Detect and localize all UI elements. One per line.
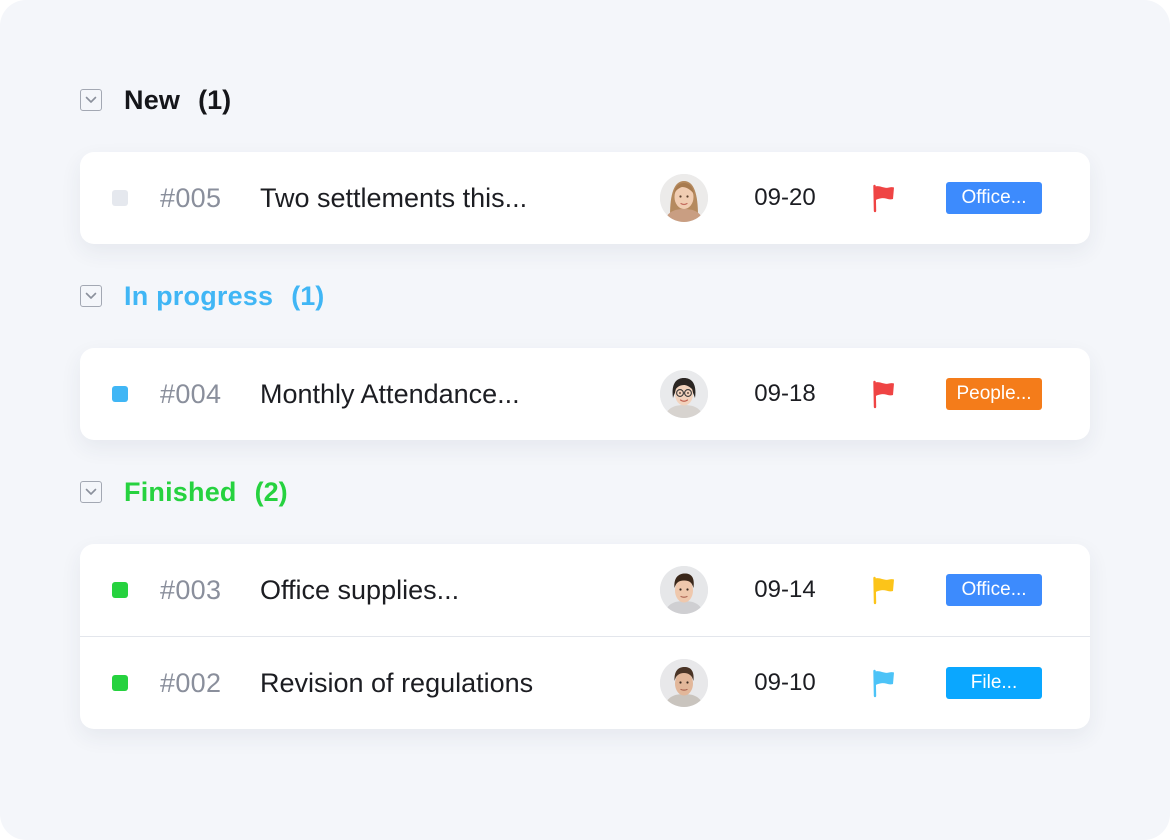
task-card-new: #005 Two settlements this... 09-20 Offic… [80, 152, 1090, 244]
group-count: (2) [254, 476, 288, 507]
red-flag-icon[interactable] [870, 379, 898, 409]
collapse-chevron-icon[interactable] [80, 285, 102, 307]
due-date: 09-20 [754, 184, 816, 211]
task-row[interactable]: #003 Office supplies... 09-14 Office... [80, 544, 1090, 636]
task-card-in-progress: #004 Monthly Attendance... 09-18 People.… [80, 348, 1090, 440]
avatar-woman-icon[interactable] [660, 174, 708, 222]
status-indicator [112, 386, 128, 402]
task-title[interactable]: Revision of regulations [260, 637, 590, 729]
due-date: 09-14 [754, 576, 816, 603]
status-indicator [112, 582, 128, 598]
task-title[interactable]: Office supplies... [260, 544, 590, 636]
status-indicator [112, 190, 128, 206]
group-title: In progress [124, 280, 274, 311]
task-id: #004 [160, 379, 222, 409]
group-title: New [124, 84, 181, 115]
task-row[interactable]: #002 Revision of regulations 09-10 File.… [80, 636, 1090, 729]
tag-label[interactable]: Office... [946, 574, 1042, 606]
task-title[interactable]: Monthly Attendance... [260, 348, 590, 440]
group-count: (1) [291, 280, 325, 311]
tag-label[interactable]: Office... [946, 182, 1042, 214]
task-board: New (1) #005 Two settlements this... 09-… [0, 0, 1170, 840]
task-id: #005 [160, 183, 222, 213]
tag-label[interactable]: People... [946, 378, 1042, 410]
avatar-woman-glasses-icon[interactable] [660, 370, 708, 418]
due-date: 09-10 [754, 669, 816, 696]
task-card-finished: #003 Office supplies... 09-14 Office... [80, 544, 1090, 729]
yellow-flag-icon[interactable] [870, 575, 898, 605]
task-id: #002 [160, 668, 222, 698]
status-indicator [112, 675, 128, 691]
avatar-man-icon[interactable] [660, 566, 708, 614]
task-title[interactable]: Two settlements this... [260, 152, 590, 244]
group-header-new: New (1) [80, 85, 231, 115]
collapse-chevron-icon[interactable] [80, 481, 102, 503]
due-date: 09-18 [754, 380, 816, 407]
avatar-man-icon[interactable] [660, 659, 708, 707]
tag-label[interactable]: File... [946, 667, 1042, 699]
task-row[interactable]: #004 Monthly Attendance... 09-18 People.… [80, 348, 1090, 440]
blue-flag-icon[interactable] [870, 668, 898, 698]
red-flag-icon[interactable] [870, 183, 898, 213]
group-count: (1) [198, 84, 232, 115]
group-header-finished: Finished (2) [80, 477, 288, 507]
task-row[interactable]: #005 Two settlements this... 09-20 Offic… [80, 152, 1090, 244]
collapse-chevron-icon[interactable] [80, 89, 102, 111]
group-header-in-progress: In progress (1) [80, 281, 324, 311]
group-title: Finished [124, 476, 237, 507]
task-id: #003 [160, 575, 222, 605]
